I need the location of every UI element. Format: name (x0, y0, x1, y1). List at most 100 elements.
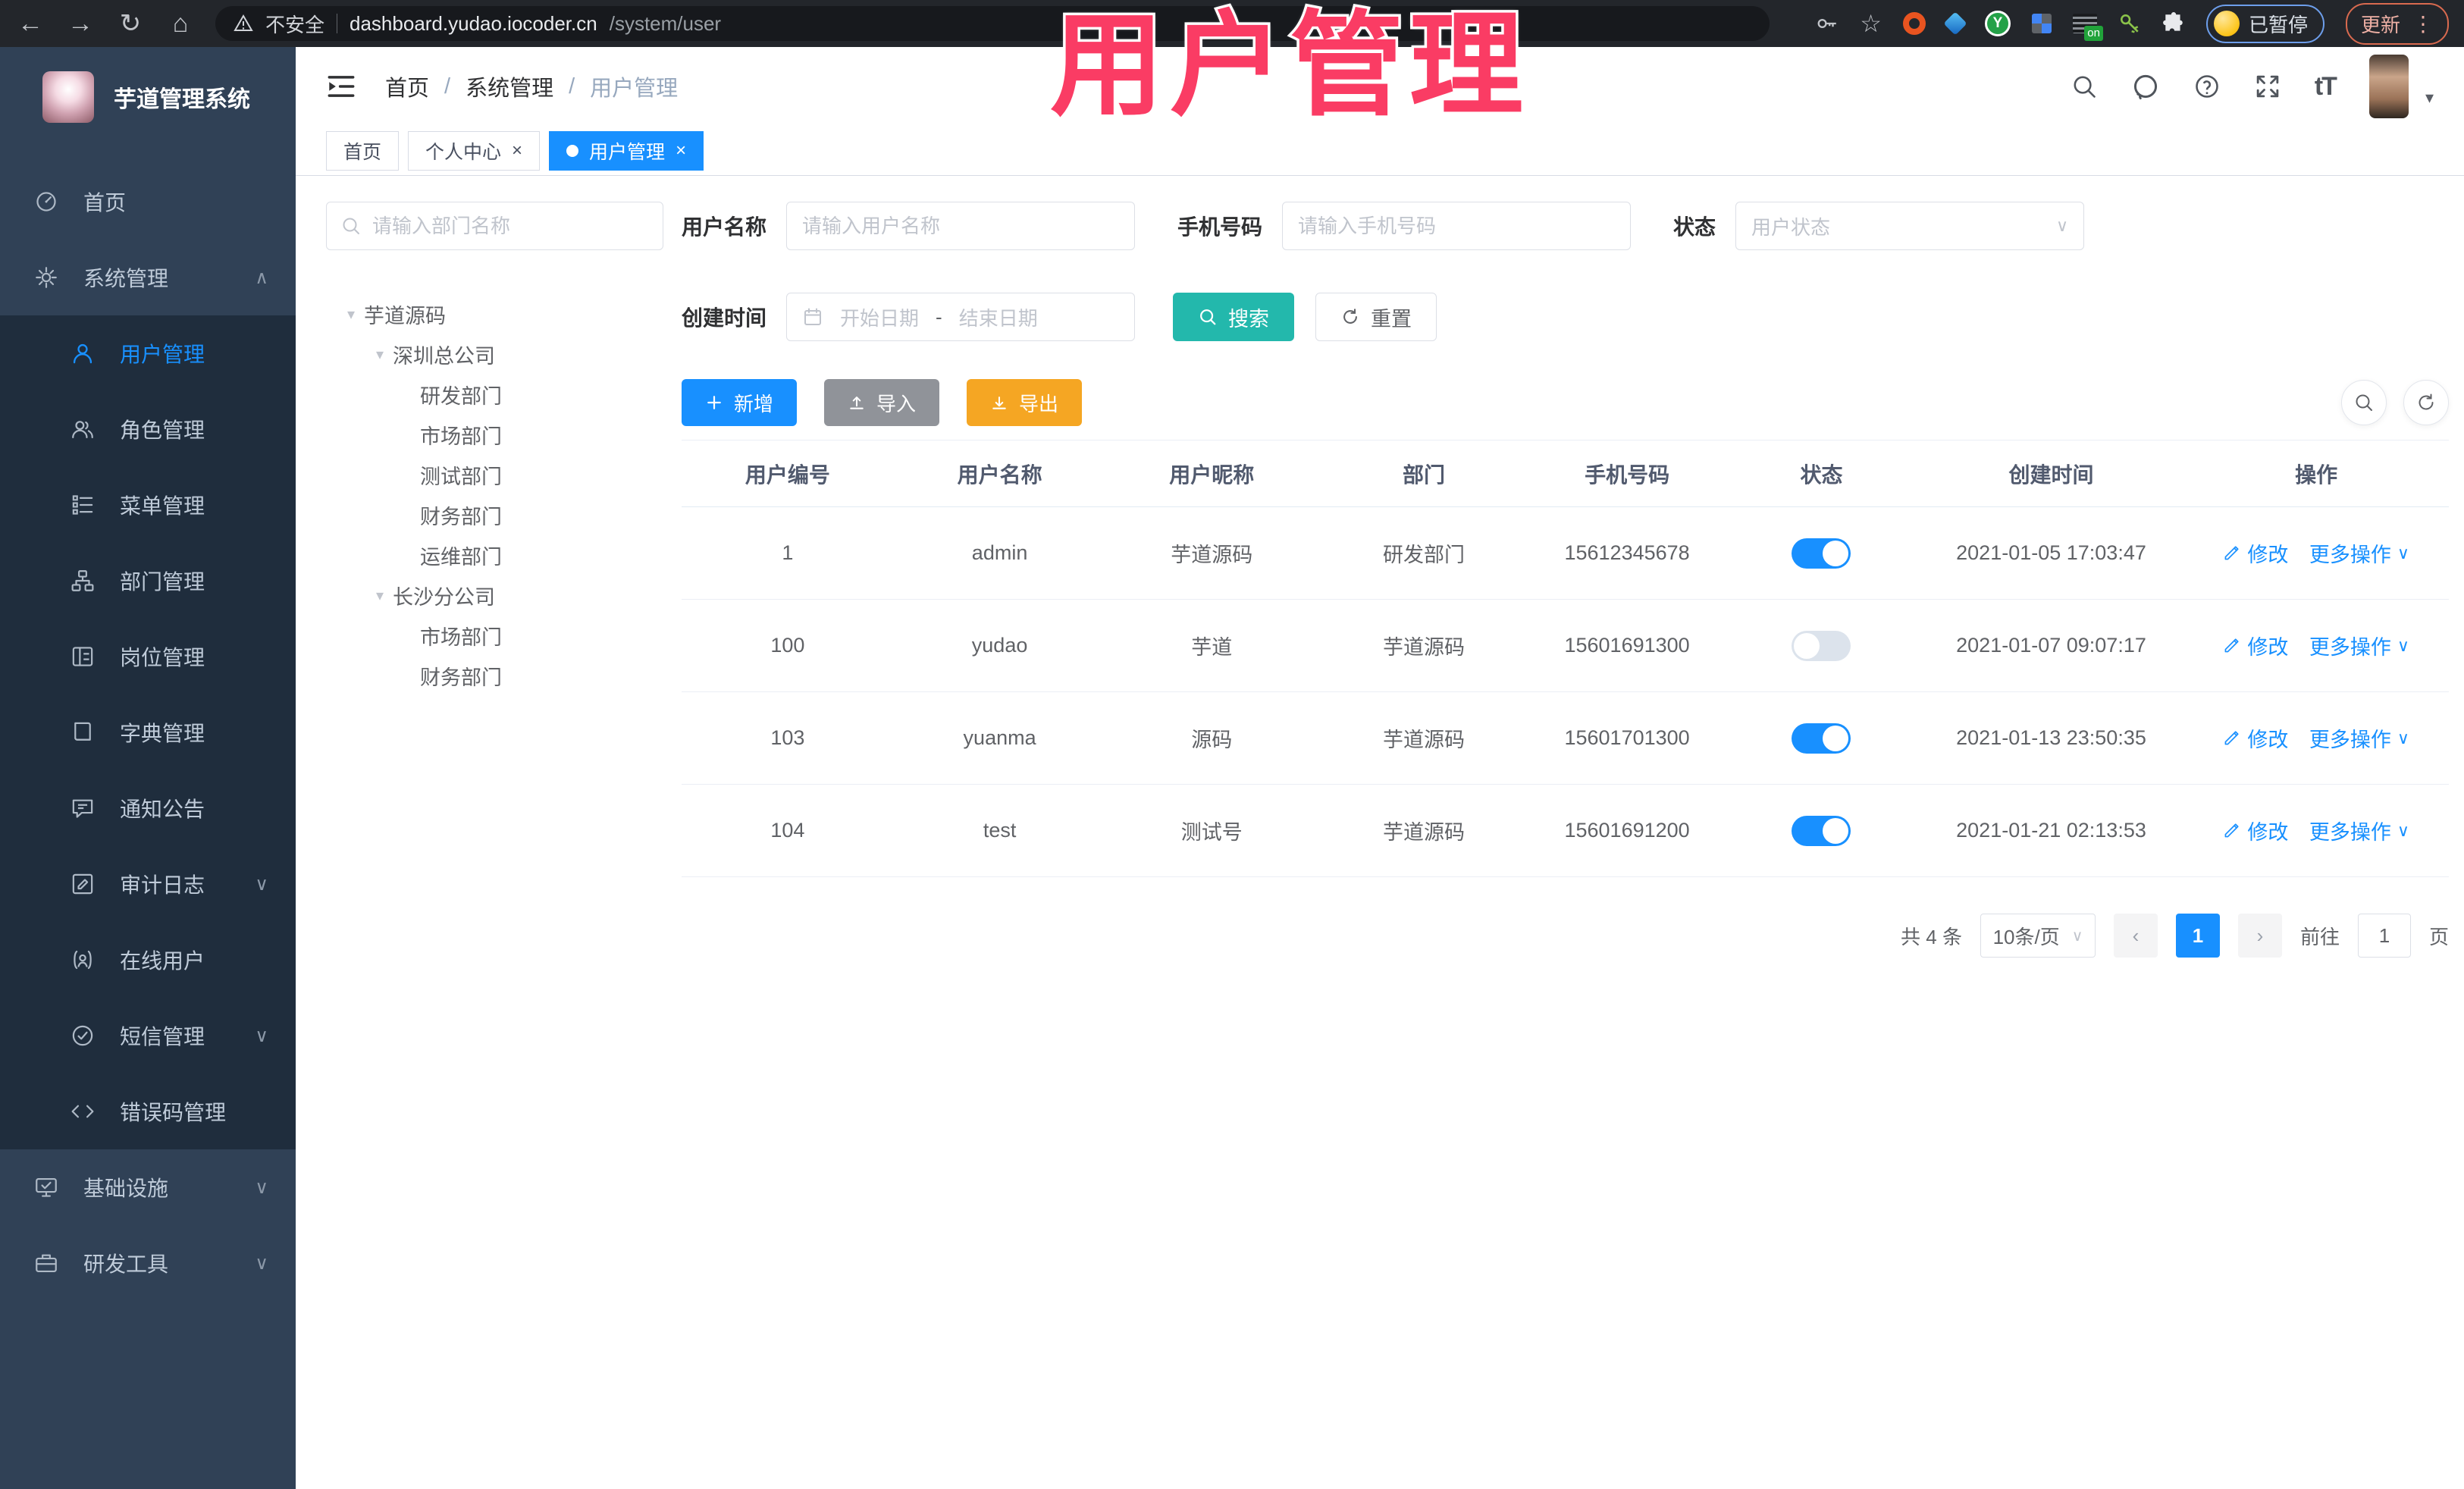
tab-home[interactable]: 首页 (326, 130, 400, 171)
sidebar-item-dept-mgmt[interactable]: 部门管理 (0, 543, 296, 619)
pagination: 共 4 条 10条/页∨ ‹ 1 › 前往 页 (682, 914, 2449, 958)
sidebar-item-dev-tools[interactable]: 研发工具 ∨ (0, 1225, 296, 1301)
show-search-button[interactable] (2341, 380, 2387, 425)
page-unit-label: 页 (2428, 925, 2449, 948)
extension-y-icon[interactable]: Y (1984, 11, 2011, 36)
sidebar-item-user-mgmt[interactable]: 用户管理 (0, 315, 296, 391)
bookmark-star-icon[interactable]: ☆ (1860, 9, 1882, 38)
tree-node[interactable]: 运维部门 (326, 535, 663, 575)
more-actions-link[interactable]: 更多操作 ∨ (2309, 631, 2409, 660)
tree-node[interactable]: 研发部门 (326, 375, 663, 415)
sidebar-item-post-mgmt[interactable]: 岗位管理 (0, 619, 296, 694)
extension-gem-icon[interactable] (1943, 11, 1967, 36)
next-page-button[interactable]: › (2237, 914, 2282, 958)
search-icon[interactable] (2071, 73, 2098, 100)
page-size-select[interactable]: 10条/页 ∨ (1980, 914, 2096, 958)
edit-link[interactable]: 修改 (2223, 816, 2288, 845)
forward-icon[interactable]: → (65, 9, 96, 39)
breadcrumb-system[interactable]: 系统管理 (466, 71, 553, 102)
menu-dots-icon[interactable]: ⋮ (2412, 11, 2434, 36)
status-toggle[interactable] (1792, 630, 1851, 661)
prev-page-button[interactable]: ‹ (2113, 914, 2158, 958)
more-actions-link[interactable]: 更多操作 ∨ (2309, 538, 2409, 568)
breadcrumb-home[interactable]: 首页 (385, 71, 429, 102)
sidebar-item-sms-mgmt[interactable]: 短信管理 ∨ (0, 998, 296, 1074)
col-mobile: 手机号码 (1529, 440, 1725, 507)
tree-node[interactable]: 测试部门 (326, 455, 663, 495)
tree-caret-icon[interactable]: ▾ (338, 305, 364, 324)
tab-profile[interactable]: 个人中心 × (408, 130, 541, 171)
close-icon[interactable]: × (676, 140, 686, 161)
tree-node[interactable]: ▾ 长沙分公司 (326, 575, 663, 616)
tree-node[interactable]: 市场部门 (326, 616, 663, 656)
tree-node[interactable]: ▾ 芋道源码 (326, 294, 663, 334)
tree-node[interactable]: 财务部门 (326, 656, 663, 696)
edit-link[interactable]: 修改 (2223, 631, 2288, 660)
mobile-input[interactable] (1298, 214, 1616, 238)
import-button[interactable]: 导入 (824, 379, 940, 426)
reload-icon[interactable]: ↻ (115, 8, 146, 39)
sidebar-collapse-button[interactable] (326, 71, 356, 102)
avatar-caret-icon[interactable]: ▾ (2425, 88, 2434, 118)
update-button[interactable]: 更新 ⋮ (2345, 2, 2449, 45)
tree-node[interactable]: ▾ 深圳总公司 (326, 334, 663, 375)
page-number-1[interactable]: 1 (2175, 914, 2220, 958)
extension-ubuntu-icon[interactable] (1902, 12, 1926, 35)
address-bar[interactable]: 不安全 dashboard.yudao.iocoder.cn/system/us… (215, 6, 1770, 41)
sidebar-item-error-code[interactable]: 错误码管理 (0, 1074, 296, 1149)
security-label[interactable]: 不安全 (265, 10, 324, 38)
tree-caret-icon[interactable]: ▾ (367, 586, 393, 605)
search-button[interactable]: 搜索 (1173, 293, 1295, 341)
font-size-icon[interactable]: tT (2315, 72, 2337, 102)
sidebar-item-audit-log[interactable]: 审计日志 ∨ (0, 846, 296, 922)
back-icon[interactable]: ← (15, 9, 45, 39)
sidebar-item-online-users[interactable]: 在线用户 (0, 922, 296, 998)
tab-user-mgmt[interactable]: 用户管理 × (549, 130, 704, 171)
status-toggle[interactable] (1792, 538, 1851, 569)
sidebar-item-home[interactable]: 首页 (0, 164, 296, 240)
edit-link[interactable]: 修改 (2223, 723, 2288, 753)
profile-paused-badge[interactable]: 已暂停 (2205, 4, 2324, 43)
breadcrumb-current: 用户管理 (590, 77, 679, 101)
sidebar-item-dict-mgmt[interactable]: 字典管理 (0, 694, 296, 770)
reset-button[interactable]: 重置 (1315, 293, 1437, 341)
tree-node[interactable]: 市场部门 (326, 415, 663, 455)
more-actions-link[interactable]: 更多操作 ∨ (2309, 816, 2409, 845)
goto-page-input[interactable] (2357, 914, 2411, 958)
export-button[interactable]: 导出 (967, 379, 1083, 426)
dept-search-input[interactable] (372, 214, 649, 238)
password-key-icon[interactable] (1816, 12, 1839, 35)
tree-node[interactable]: 财务部门 (326, 495, 663, 535)
calendar-icon (804, 308, 822, 325)
edit-link[interactable]: 修改 (2223, 538, 2288, 568)
mobile-label: 手机号码 (1177, 215, 1263, 239)
refresh-table-button[interactable] (2403, 380, 2449, 425)
tab-bar: 首页 个人中心 × 用户管理 × (296, 126, 2464, 176)
status-toggle[interactable] (1792, 815, 1851, 846)
github-icon[interactable] (2131, 72, 2160, 101)
extensions-puzzle-icon[interactable] (2162, 12, 2185, 35)
status-toggle[interactable] (1792, 723, 1851, 754)
sidebar-item-system[interactable]: 系统管理 ∧ (0, 240, 296, 315)
sidebar-item-notice[interactable]: 通知公告 (0, 770, 296, 846)
extension-key-icon[interactable] (2118, 12, 2141, 35)
date-range-picker[interactable]: 开始日期 - 结束日期 (786, 293, 1136, 341)
tree-caret-icon[interactable]: ▾ (367, 345, 393, 364)
goto-label: 前往 (2299, 925, 2340, 948)
status-select[interactable]: 用户状态 ∨ (1735, 202, 2085, 250)
sidebar-item-role-mgmt[interactable]: 角色管理 (0, 391, 296, 467)
username-input[interactable] (802, 214, 1120, 238)
add-button[interactable]: 新增 (682, 379, 798, 426)
home-icon[interactable]: ⌂ (165, 9, 196, 39)
logo[interactable]: 芋道管理系统 (0, 47, 296, 147)
user-avatar[interactable] (2368, 55, 2409, 118)
more-actions-link[interactable]: 更多操作 ∨ (2309, 723, 2409, 753)
sidebar-item-menu-mgmt[interactable]: 菜单管理 (0, 467, 296, 543)
extension-grid-icon[interactable] (2031, 14, 2052, 33)
extension-switch-icon[interactable]: on (2072, 14, 2103, 41)
sidebar: 芋道管理系统 首页 系统管理 ∧ 用户管理 角色管理 菜单管理 部门管理 岗位管… (0, 47, 296, 1489)
close-icon[interactable]: × (512, 140, 522, 161)
sidebar-item-infra[interactable]: 基础设施 ∨ (0, 1149, 296, 1225)
help-icon[interactable] (2193, 73, 2221, 100)
fullscreen-icon[interactable] (2254, 73, 2281, 100)
